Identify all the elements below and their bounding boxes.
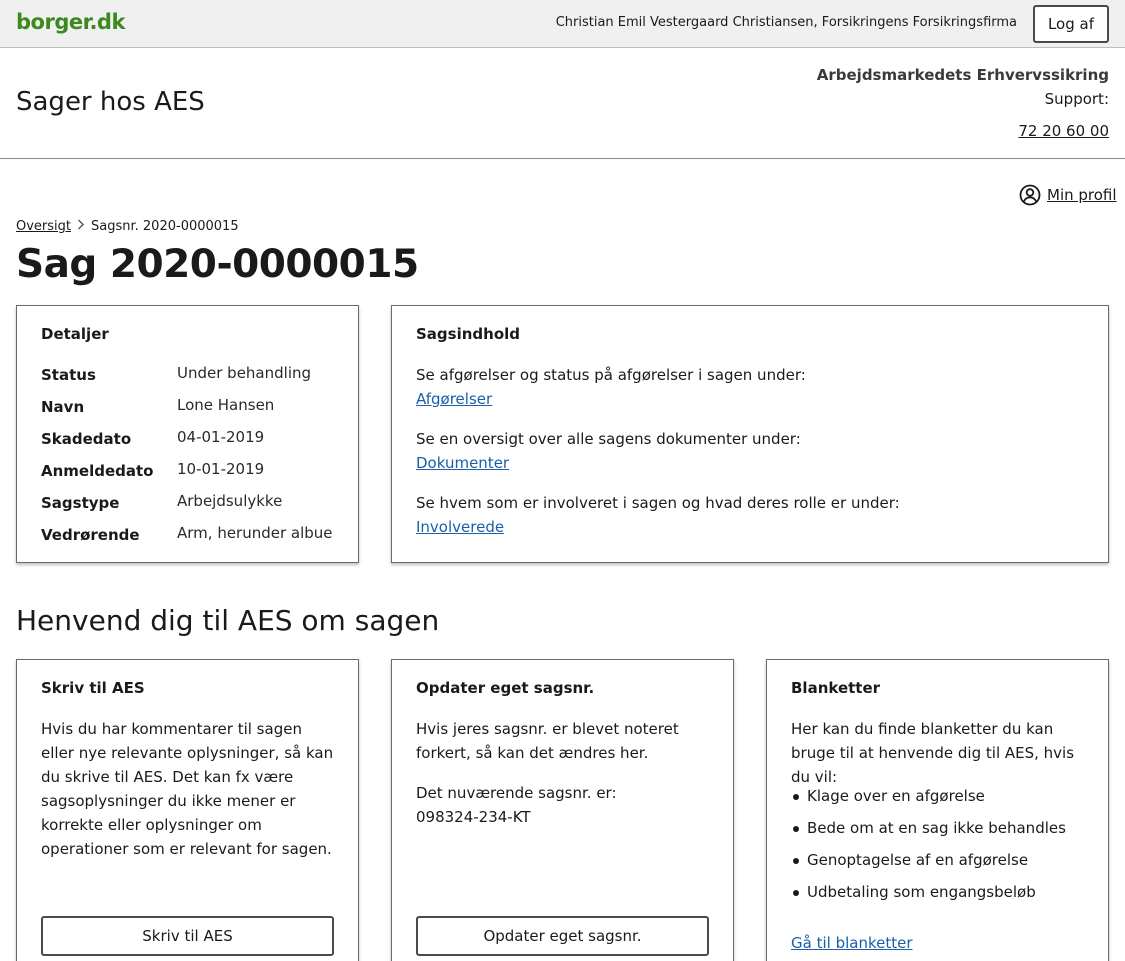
list-item: Bede om at en sag ikke behandles	[791, 812, 1066, 844]
breadcrumb-current: Sagsnr. 2020-0000015	[91, 219, 239, 234]
write-card-text: Hvis du har kommentarer til sagen eller …	[41, 720, 334, 858]
detail-key: Sagstype	[41, 494, 120, 512]
top-bar: borger.dk Christian Emil Vestergaard Chr…	[0, 0, 1125, 48]
support-phone-link[interactable]: 72 20 60 00	[1018, 122, 1109, 140]
detail-key: Status	[41, 366, 96, 384]
write-card-title: Skriv til AES	[41, 679, 145, 697]
update-case-number-card: Opdater eget sagsnr. Hvis jeres sagsnr. …	[391, 659, 734, 961]
case-content-card: Sagsindhold Se afgørelser og status på a…	[391, 305, 1109, 563]
detail-value: Lone Hansen	[177, 396, 275, 414]
forms-list: Klage over en afgørelse Bede om at en sa…	[791, 780, 1066, 908]
forms-card-title: Blanketter	[791, 679, 881, 697]
breadcrumb-overview-link[interactable]: Oversigt	[16, 219, 71, 234]
chevron-right-icon	[77, 219, 85, 234]
detail-key: Anmeldedato	[41, 462, 154, 480]
breadcrumb: Oversigt Sagsnr. 2020-0000015	[16, 219, 239, 234]
my-profile-label: Min profil	[1047, 186, 1117, 204]
app-title: Sager hos AES	[16, 87, 205, 117]
write-to-aes-card: Skriv til AES Hvis du har kommentarer ti…	[16, 659, 359, 961]
current-case-number-label: Det nuværende sagsnr. er:	[416, 784, 617, 802]
involved-description: Se hvem som er involveret i sagen og hva…	[416, 494, 900, 512]
organization-name: Arbejdsmarkedets Erhvervssikring	[816, 66, 1109, 84]
documents-link[interactable]: Dokumenter	[416, 454, 509, 472]
detail-value: Arm, herunder albue	[177, 524, 333, 542]
go-to-forms-link[interactable]: Gå til blanketter	[791, 934, 913, 952]
borger-dk-logo[interactable]: borger.dk	[16, 10, 125, 34]
support-label: Support:	[1044, 90, 1109, 108]
detail-value: Arbejdsulykke	[177, 492, 283, 510]
decisions-link[interactable]: Afgørelser	[416, 390, 492, 408]
list-item: Genoptagelse af en afgørelse	[791, 844, 1066, 876]
detail-value: 10-01-2019	[177, 460, 265, 478]
update-case-number-button[interactable]: Opdater eget sagsnr.	[416, 916, 709, 956]
contact-section-title: Henvend dig til AES om sagen	[16, 604, 440, 637]
page-title: Sag 2020-0000015	[16, 242, 419, 287]
update-card-title: Opdater eget sagsnr.	[416, 679, 595, 697]
detail-key: Navn	[41, 398, 85, 416]
forms-card: Blanketter Her kan du finde blanketter d…	[766, 659, 1109, 961]
site-header: Sager hos AES Arbejdsmarkedets Erhvervss…	[0, 48, 1125, 159]
logout-button[interactable]: Log af	[1033, 5, 1109, 43]
details-card: Detaljer Status Under behandling Navn Lo…	[16, 305, 359, 563]
decisions-description: Se afgørelser og status på afgørelser i …	[416, 366, 806, 384]
write-to-aes-button[interactable]: Skriv til AES	[41, 916, 334, 956]
update-card-text: Hvis jeres sagsnr. er blevet noteret for…	[416, 720, 679, 762]
logged-in-user: Christian Emil Vestergaard Christiansen,…	[555, 15, 1017, 30]
documents-description: Se en oversigt over alle sagens dokument…	[416, 430, 801, 448]
list-item: Udbetaling som engangsbeløb	[791, 876, 1066, 908]
detail-key: Vedrørende	[41, 526, 140, 544]
user-circle-icon	[1019, 184, 1041, 206]
current-case-number-value: 098324-234-KT	[416, 808, 531, 826]
case-content-title: Sagsindhold	[416, 325, 521, 343]
involved-link[interactable]: Involverede	[416, 518, 504, 536]
list-item: Klage over en afgørelse	[791, 780, 1066, 812]
detail-value: Under behandling	[177, 364, 312, 382]
my-profile-link[interactable]: Min profil	[1019, 184, 1117, 206]
detail-key: Skadedato	[41, 430, 132, 448]
detail-value: 04-01-2019	[177, 428, 265, 446]
forms-card-text: Her kan du finde blanketter du kan bruge…	[791, 720, 1075, 786]
details-title: Detaljer	[41, 325, 109, 343]
